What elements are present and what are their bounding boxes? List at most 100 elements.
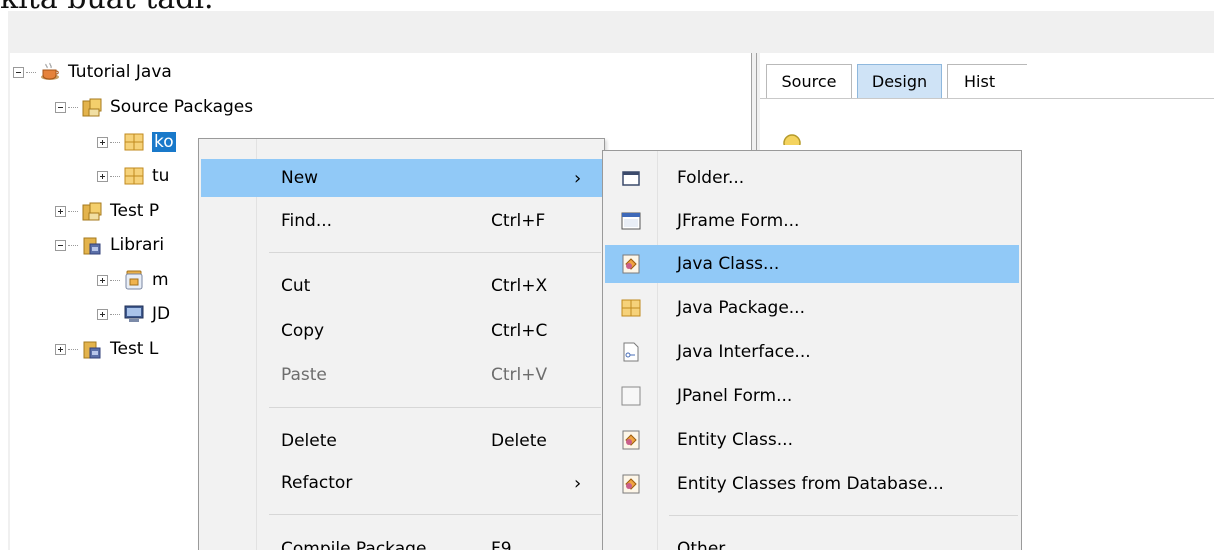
jar-icon [125, 270, 143, 290]
package-icon [124, 133, 144, 151]
submenu-item-label: Other... [677, 539, 740, 550]
submenu-item-label: Folder... [677, 168, 745, 188]
tree-node-source-packages[interactable]: Source Packages [55, 94, 253, 120]
submenu-item-label: Java Interface... [677, 342, 811, 362]
tree-node-test-libraries[interactable]: Test L [55, 336, 158, 362]
submenu-item-folder[interactable]: Folder... [605, 159, 1019, 197]
netbeans-window: Tutorial Java Source Packages ko tu Test… [8, 11, 1214, 550]
context-menu: New › Find... Ctrl+F Cut Ctrl+X Copy Ctr… [198, 138, 605, 550]
collapse-toggle[interactable] [55, 239, 66, 251]
submenu-item-jframe-form[interactable]: JFrame Form... [605, 202, 1019, 240]
menu-separator [269, 514, 601, 515]
expand-toggle[interactable] [97, 274, 108, 286]
tree-node-jdk[interactable]: JD [97, 301, 170, 327]
submenu-item-java-package[interactable]: Java Package... [605, 289, 1019, 327]
menu-item-compile-package[interactable]: Compile Package F9 [201, 530, 602, 550]
submenu-item-entity-classes-from-database[interactable]: Entity Classes from Database... [605, 465, 1019, 503]
jframe-form-icon [621, 212, 641, 230]
menu-item-label: Cut [281, 276, 311, 296]
tree-node-library-jar[interactable]: m [97, 267, 169, 293]
info-bulb-icon [783, 134, 801, 145]
menu-item-cut[interactable]: Cut Ctrl+X [201, 267, 602, 305]
expand-toggle[interactable] [97, 170, 108, 182]
tree-node-libraries[interactable]: Librari [55, 232, 164, 258]
menu-item-label: Compile Package [281, 539, 427, 550]
tab-label: Hist [964, 72, 996, 91]
tree-label: tu [152, 166, 170, 186]
tree-label: Test L [110, 339, 159, 359]
submenu-item-jpanel-form[interactable]: JPanel Form... [605, 377, 1019, 415]
tree-label: m [152, 270, 169, 290]
tree-label: Test P [110, 201, 160, 221]
java-coffee-cup-icon [41, 62, 59, 80]
menu-separator [669, 515, 1018, 516]
menu-item-label: Refactor [281, 473, 353, 493]
tab-design[interactable]: Design [857, 64, 942, 98]
tab-label: Design [871, 72, 928, 91]
expand-toggle[interactable] [97, 136, 108, 148]
tree-node-package-tu[interactable]: tu [97, 163, 169, 189]
menu-item-shortcut: Ctrl+C [491, 321, 548, 341]
folder-icon [622, 171, 640, 186]
package-icon [124, 167, 144, 185]
menu-item-shortcut: Ctrl+V [491, 365, 548, 385]
expand-toggle[interactable] [55, 205, 66, 217]
tree-label: ko [152, 132, 176, 152]
new-submenu: Folder... JFrame Form... Java Class... J… [602, 150, 1022, 550]
tab-label: Source [781, 72, 837, 91]
menu-item-label: Copy [281, 321, 325, 341]
tab-history[interactable]: Hist [947, 64, 1027, 98]
menu-item-label: New [281, 168, 319, 188]
menu-item-shortcut: Delete [491, 431, 547, 451]
entity-class-icon [622, 430, 640, 450]
menu-item-delete[interactable]: Delete Delete [201, 422, 602, 460]
menu-item-paste[interactable]: Paste Ctrl+V [201, 356, 602, 394]
submenu-item-label: Java Class... [677, 254, 780, 274]
submenu-arrow-icon: › [574, 167, 582, 189]
tree-node-package-ko[interactable]: ko [97, 129, 176, 155]
submenu-item-label: Entity Classes from Database... [677, 474, 944, 494]
menu-item-find[interactable]: Find... Ctrl+F [201, 202, 602, 240]
java-class-icon [622, 254, 640, 274]
tree-node-test-packages[interactable]: Test P [55, 198, 159, 224]
submenu-item-label: JPanel Form... [677, 386, 793, 406]
menu-item-copy[interactable]: Copy Ctrl+C [201, 312, 602, 350]
collapse-toggle[interactable] [13, 66, 24, 78]
editor-tab-separator [760, 98, 1214, 99]
menu-item-shortcut: Ctrl+X [491, 276, 548, 296]
tree-label: JD [152, 304, 171, 324]
submenu-item-java-class[interactable]: Java Class... [605, 245, 1019, 283]
java-interface-icon [623, 342, 639, 362]
java-package-icon [621, 299, 641, 317]
menu-separator [269, 407, 601, 408]
tree-node-tutorial-java[interactable]: Tutorial Java [13, 59, 172, 85]
expand-toggle[interactable] [55, 343, 66, 355]
menu-item-label: Find... [281, 211, 333, 231]
libraries-icon [83, 237, 101, 255]
submenu-item-entity-class[interactable]: Entity Class... [605, 421, 1019, 459]
menu-item-label: Paste [281, 365, 327, 385]
menu-item-shortcut: Ctrl+F [491, 211, 546, 231]
jdk-monitor-icon [124, 305, 144, 322]
tree-label: Source Packages [110, 97, 254, 117]
submenu-arrow-icon: › [574, 472, 582, 494]
menu-item-shortcut: F9 [491, 539, 512, 550]
collapse-toggle[interactable] [55, 101, 66, 113]
source-packages-icon [82, 98, 102, 117]
submenu-item-label: Java Package... [677, 298, 805, 318]
submenu-item-label: JFrame Form... [677, 211, 800, 231]
jpanel-form-icon [621, 386, 641, 406]
menu-separator [269, 252, 601, 253]
expand-toggle[interactable] [97, 308, 108, 320]
tab-source[interactable]: Source [766, 64, 852, 98]
menu-item-refactor[interactable]: Refactor › [201, 464, 602, 502]
tree-label: Librari [110, 235, 165, 255]
entity-classes-db-icon [622, 474, 640, 494]
submenu-item-java-interface[interactable]: Java Interface... [605, 333, 1019, 371]
submenu-item-other[interactable]: Other... [605, 530, 1019, 550]
submenu-item-label: Entity Class... [677, 430, 793, 450]
test-libraries-icon [83, 341, 101, 359]
menu-item-label: Delete [281, 431, 337, 451]
menu-item-new[interactable]: New › [201, 159, 602, 197]
test-packages-icon [82, 202, 102, 221]
